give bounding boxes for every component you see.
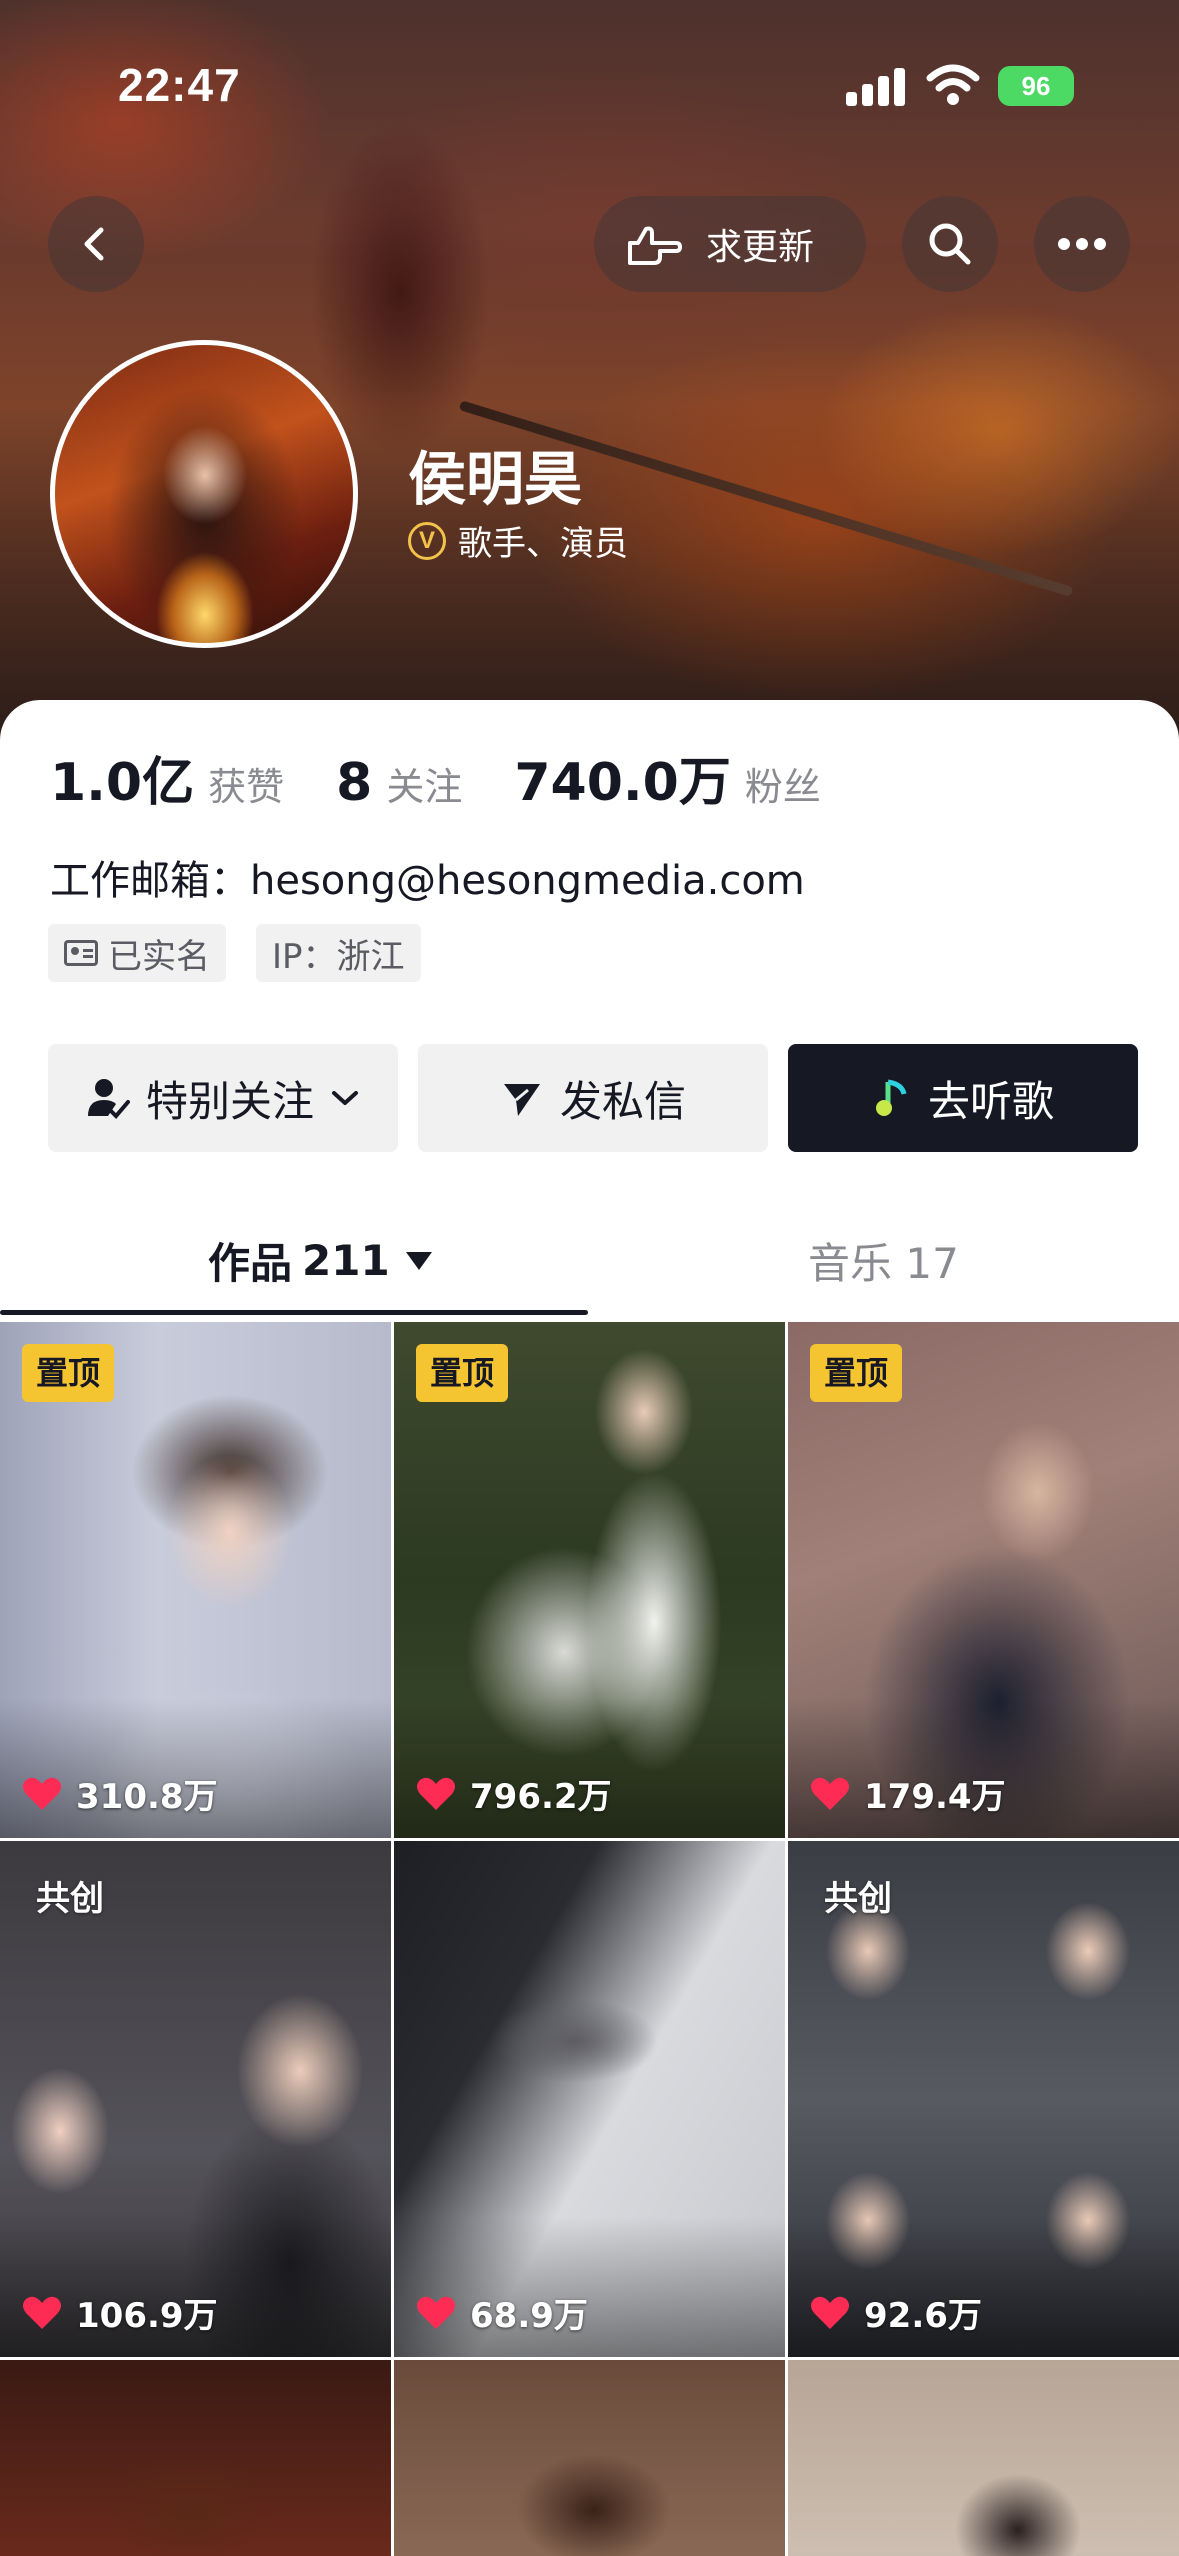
verification-row: V 歌手、演员 — [408, 516, 628, 565]
video-thumbnail[interactable]: 置顶 310.8万 — [0, 1322, 391, 1838]
send-message-label: 发私信 — [559, 1076, 686, 1126]
verification-text: 歌手、演员 — [458, 524, 628, 564]
tab-music-label: 音乐 — [808, 1239, 893, 1288]
likes-count: 1.0亿 — [50, 753, 195, 813]
like-count: 179.4万 — [810, 1769, 1006, 1818]
tab-works-count: 211 — [302, 1236, 390, 1285]
request-update-button[interactable]: 求更新 — [594, 196, 866, 292]
avatar[interactable] — [50, 340, 358, 648]
co-create-badge: 共创 — [36, 1879, 104, 1919]
user-check-icon — [87, 1079, 130, 1119]
ip-location-tag: IP：浙江 — [256, 924, 421, 982]
tab-music[interactable]: 音乐 17 — [808, 1230, 959, 1291]
listen-music-label: 去听歌 — [927, 1076, 1054, 1126]
heart-icon — [23, 2296, 61, 2329]
pinned-badge: 置顶 — [810, 1344, 903, 1402]
video-thumbnail[interactable]: 置顶 796.2万 — [394, 1322, 785, 1838]
heart-icon — [811, 1777, 849, 1810]
status-time: 22:47 — [118, 59, 241, 111]
like-count: 796.2万 — [416, 1769, 612, 1818]
active-tab-indicator — [0, 1310, 588, 1315]
profile-name: 侯明昊 — [408, 445, 583, 513]
music-note-icon — [875, 1079, 907, 1116]
battery-indicator: 96 — [998, 66, 1074, 106]
following-label[interactable]: 关注 — [386, 756, 462, 811]
video-thumbnail[interactable] — [0, 2360, 391, 2556]
back-button[interactable] — [48, 196, 144, 292]
search-icon — [929, 223, 971, 265]
real-name-label: 已实名 — [108, 936, 210, 977]
followers-label[interactable]: 粉丝 — [745, 756, 821, 811]
listen-music-button[interactable]: 去听歌 — [788, 1044, 1138, 1152]
special-follow-button[interactable]: 特别关注 — [48, 1044, 398, 1152]
video-thumbnail[interactable]: 置顶 179.4万 — [788, 1322, 1179, 1838]
video-thumbnail[interactable]: 68.9万 — [394, 1841, 785, 2357]
content-tabs: 作品 211 音乐 17 — [0, 1220, 1179, 1320]
chevron-left-icon — [84, 227, 104, 261]
work-email: 工作邮箱：hesong@hesongmedia.com — [50, 858, 805, 904]
video-thumbnail[interactable]: 共创 106.9万 — [0, 1841, 391, 2357]
pinned-badge: 置顶 — [416, 1344, 509, 1402]
chevron-down-icon — [332, 1091, 358, 1105]
video-thumbnail[interactable] — [394, 2360, 785, 2556]
heart-icon — [23, 1777, 61, 1810]
video-thumbnail[interactable] — [788, 2360, 1179, 2556]
video-thumbnail[interactable]: 共创 92.6万 — [788, 1841, 1179, 2357]
co-create-badge: 共创 — [824, 1879, 892, 1919]
tab-works-label: 作品 — [208, 1239, 293, 1288]
stats-row: 1.0亿 获赞 8 关注 740.0万 粉丝 — [50, 740, 873, 815]
heart-icon — [417, 1777, 455, 1810]
more-dots-icon — [1058, 238, 1106, 250]
action-buttons: 特别关注 发私信 去听歌 — [48, 1044, 1138, 1152]
profile-tags: 已实名 IP：浙江 — [48, 924, 421, 982]
sort-triangle-icon[interactable] — [405, 1251, 432, 1270]
paper-plane-icon — [503, 1084, 540, 1116]
request-update-label: 求更新 — [706, 227, 815, 268]
send-message-button[interactable]: 发私信 — [418, 1044, 768, 1152]
tab-music-count: 17 — [905, 1239, 959, 1288]
pointing-hand-icon — [628, 226, 682, 265]
pinned-badge: 置顶 — [22, 1344, 115, 1402]
video-grid: 置顶 310.8万 置顶 796.2万 置顶 179.4万 共创 106.9万 — [0, 1322, 1179, 2556]
heart-icon — [811, 2296, 849, 2329]
wifi-icon — [926, 64, 980, 105]
like-count: 106.9万 — [22, 2288, 218, 2337]
real-name-tag: 已实名 — [48, 924, 226, 982]
id-card-icon — [64, 940, 98, 966]
like-count: 310.8万 — [22, 1769, 218, 1818]
ip-location-label: IP：浙江 — [272, 936, 405, 977]
heart-icon — [417, 2296, 455, 2329]
verified-badge-icon: V — [408, 521, 446, 560]
following-count[interactable]: 8 — [336, 753, 372, 813]
special-follow-label: 特别关注 — [145, 1076, 314, 1126]
likes-label: 获赞 — [208, 765, 285, 809]
search-button[interactable] — [902, 196, 998, 292]
cellular-signal-icon — [846, 66, 906, 106]
followers-count[interactable]: 740.0万 — [514, 740, 730, 815]
like-count: 92.6万 — [810, 2288, 982, 2337]
like-count: 68.9万 — [416, 2288, 588, 2337]
more-options-button[interactable] — [1034, 196, 1130, 292]
tab-works[interactable]: 作品 211 — [208, 1230, 432, 1291]
